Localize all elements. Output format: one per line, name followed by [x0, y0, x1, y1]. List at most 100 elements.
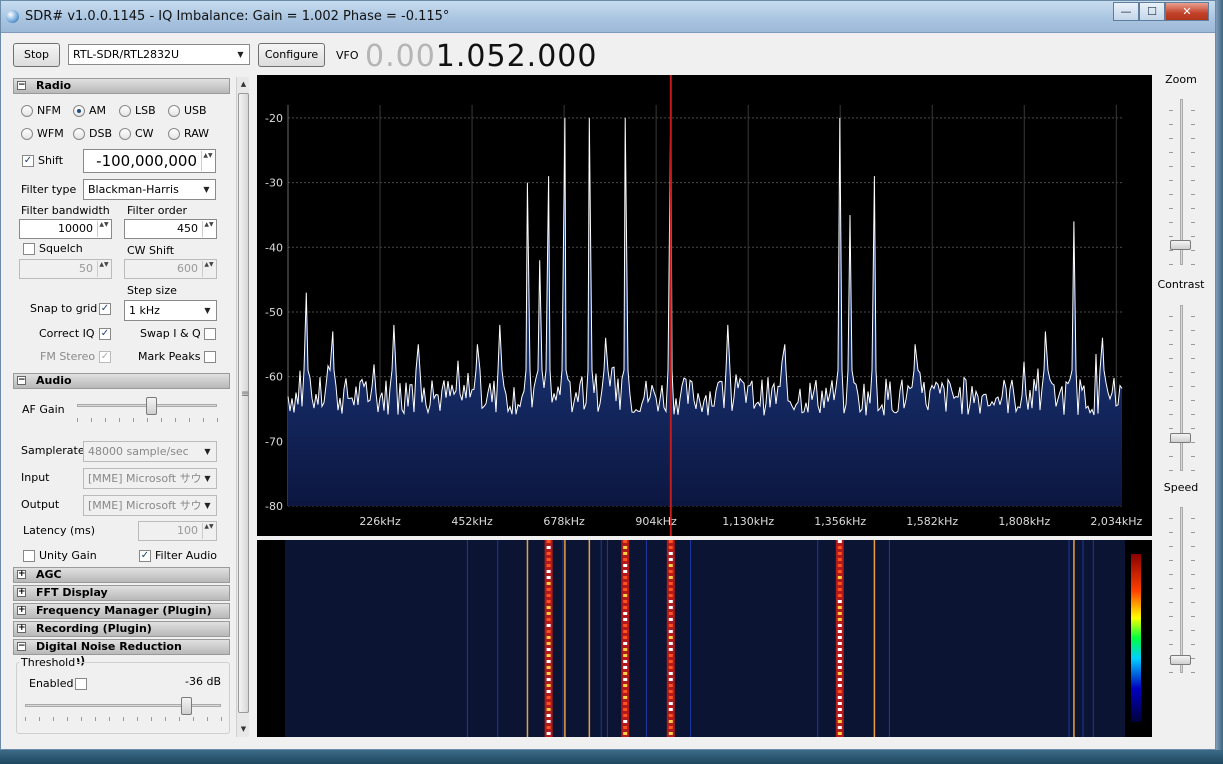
input-label: Input [21, 471, 50, 484]
snap-to-grid-checkbox[interactable]: ✓ [99, 303, 111, 315]
correct-iq-label: Correct IQ [39, 327, 95, 340]
mode-label-nfm: NFM [37, 104, 62, 117]
splitter-gripper-icon[interactable]: ≡ [241, 389, 249, 400]
configure-button[interactable]: Configure [258, 43, 325, 67]
spin-arrows-icon[interactable]: ▲▼ [202, 221, 215, 237]
waterfall-speckle [546, 606, 551, 609]
mode-radio-usb[interactable] [168, 105, 180, 117]
mode-radio-raw[interactable] [168, 128, 180, 140]
filter-type-label: Filter type [21, 183, 77, 196]
samplerate-select[interactable]: 48000 sample/sec ▼ [83, 441, 217, 462]
filter-bandwidth-input[interactable]: 10000 ▲▼ [19, 219, 112, 239]
agc-section-header[interactable]: + AGC [13, 567, 230, 583]
scroll-down-icon[interactable]: ▼ [237, 722, 250, 736]
waterfall-speckle [546, 654, 551, 657]
shift-input[interactable]: -100,000,000 ▲▼ [83, 149, 216, 173]
panel-scroll-thumb[interactable] [238, 93, 249, 713]
speed-track[interactable] [1180, 507, 1183, 673]
desktop-edge [1216, 0, 1223, 750]
squelch-input[interactable]: 50 ▲▼ [19, 259, 112, 279]
chevron-down-icon: ▼ [204, 447, 211, 456]
mark-peaks-checkbox[interactable] [204, 351, 216, 363]
noise-reduction-section-header[interactable]: − Digital Noise Reduction (Plugin) [13, 639, 230, 667]
vfo-dim-digits: 0.00 [365, 39, 436, 74]
fm-stereo-checkbox[interactable]: ✓ [99, 351, 111, 363]
y-tick-label: -30 [265, 177, 283, 190]
mode-radio-dsb[interactable] [73, 128, 85, 140]
squelch-value: 50 [79, 262, 93, 275]
mode-radio-am[interactable] [73, 105, 85, 117]
af-gain-ticks [77, 418, 219, 422]
waterfall-speckle [546, 624, 551, 627]
mode-radio-cw[interactable] [119, 128, 131, 140]
scroll-up-icon[interactable]: ▲ [237, 77, 250, 91]
spin-arrows-icon[interactable]: ▲▼ [202, 261, 215, 277]
waterfall-speckle [668, 624, 673, 627]
latency-input[interactable]: 100 ▲▼ [138, 521, 217, 541]
waterfall-speckle [837, 654, 842, 657]
mode-radio-nfm[interactable] [21, 105, 33, 117]
spin-arrows-icon[interactable]: ▲▼ [97, 261, 110, 277]
cw-shift-label: CW Shift [127, 244, 175, 257]
latency-label: Latency (ms) [23, 524, 96, 537]
mode-label-raw: RAW [184, 127, 209, 140]
correct-iq-checkbox[interactable]: ✓ [99, 328, 111, 340]
radio-section-title: Radio [36, 79, 72, 92]
threshold-slider[interactable] [180, 697, 192, 715]
waterfall-speckle [668, 612, 673, 615]
waterfall-speckle [546, 696, 551, 699]
waterfall-display[interactable] [257, 540, 1152, 737]
af-gain-slider[interactable] [146, 397, 158, 415]
shift-label: Shift [38, 154, 64, 167]
waterfall-speckle [623, 606, 628, 609]
close-button[interactable]: ✕ [1165, 2, 1209, 21]
spin-arrows-icon[interactable]: ▲▼ [202, 523, 215, 539]
shift-checkbox[interactable]: ✓ [22, 155, 34, 167]
filter-order-input[interactable]: 450 ▲▼ [124, 219, 217, 239]
mode-radio-lsb[interactable] [119, 105, 131, 117]
device-select[interactable]: RTL-SDR/RTL2832U ▼ [68, 44, 250, 65]
waterfall-speckle [623, 642, 628, 645]
stop-button[interactable]: Stop [13, 43, 60, 67]
audio-section-header[interactable]: − Audio [13, 373, 230, 389]
x-axis-ticks: 226kHz 452kHz 678kHz 904kHz 1,130kHz 1,356kHz… [359, 515, 1142, 528]
output-device-select[interactable]: [MME] Microsoft サウ ▼ [83, 495, 217, 516]
waterfall-speckle [623, 612, 628, 615]
vfo-frequency-display[interactable]: 0.001.052.000 [365, 39, 597, 74]
contrast-slider[interactable] [1170, 432, 1191, 443]
contrast-track[interactable] [1180, 305, 1183, 471]
spectrum-analyzer[interactable]: -20 -30 -40 -50 -60 -70 -80 226kHz 452kHz 678kHz… [257, 75, 1152, 536]
panel-scrollbar[interactable]: ▲ ▼ [236, 77, 249, 737]
waterfall-speckle [623, 714, 628, 717]
frequency-manager-section-header[interactable]: + Frequency Manager (Plugin) [13, 603, 230, 619]
mode-radio-wfm[interactable] [21, 128, 33, 140]
waterfall-speckle [623, 594, 628, 597]
unity-gain-checkbox[interactable] [23, 550, 35, 562]
mode-label-lsb: LSB [135, 104, 156, 117]
filter-audio-checkbox[interactable]: ✓ [139, 550, 151, 562]
cw-shift-input[interactable]: 600 ▲▼ [124, 259, 217, 279]
input-device-select[interactable]: [MME] Microsoft サウ ▼ [83, 468, 217, 489]
minimize-button[interactable]: — [1113, 2, 1139, 21]
spin-arrows-icon[interactable]: ▲▼ [201, 151, 214, 171]
waterfall-speckle [668, 732, 673, 735]
speed-slider[interactable] [1170, 654, 1191, 665]
title-bar[interactable]: SDR# v1.0.0.1145 - IQ Imbalance: Gain = … [1, 1, 1215, 33]
waterfall-speckle [837, 732, 842, 735]
enabled-checkbox[interactable] [75, 678, 87, 690]
radio-section-header[interactable]: − Radio [13, 78, 230, 94]
fft-display-section-header[interactable]: + FFT Display [13, 585, 230, 601]
waterfall-speckle [668, 678, 673, 681]
recording-section-header[interactable]: + Recording (Plugin) [13, 621, 230, 637]
waterfall-speckle [668, 654, 673, 657]
waterfall-speckle [623, 702, 628, 705]
swap-iq-checkbox[interactable] [204, 328, 216, 340]
spin-arrows-icon[interactable]: ▲▼ [97, 221, 110, 237]
zoom-slider[interactable] [1170, 240, 1191, 251]
spectrum-trace [287, 104, 1123, 416]
maximize-button[interactable]: ☐ [1139, 2, 1165, 21]
step-size-select[interactable]: 1 kHz ▼ [124, 300, 217, 321]
squelch-checkbox[interactable] [23, 243, 35, 255]
filter-type-select[interactable]: Blackman-Harris ▼ [83, 179, 216, 200]
waterfall-speckle [623, 630, 628, 633]
